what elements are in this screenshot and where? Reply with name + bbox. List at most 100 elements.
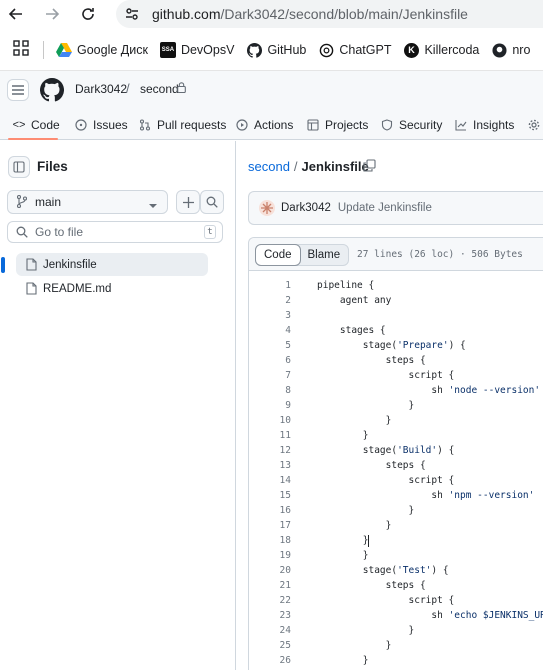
url-text: github.com/Dark3042/second/blob/main/Jen…	[152, 6, 468, 22]
bookmark-devopsv[interactable]: SSA DevOpsV	[159, 42, 234, 58]
search-files-button[interactable]	[200, 190, 224, 214]
line-number[interactable]: 16	[259, 503, 291, 518]
line-content: }	[317, 415, 392, 426]
copy-path-icon[interactable]	[363, 159, 376, 177]
branch-selector[interactable]: main	[7, 190, 168, 214]
code-line: 26 }	[249, 653, 543, 668]
line-number[interactable]: 3	[259, 308, 291, 323]
line-content: pipeline {	[317, 280, 375, 291]
code-line: 17 }	[249, 518, 543, 533]
bookmark-google-drive[interactable]: Google Диск	[56, 42, 148, 58]
tab-pull-requests[interactable]: Pull requests	[138, 118, 226, 132]
line-number[interactable]: 7	[259, 368, 291, 383]
tab-label: Pull requests	[157, 118, 227, 132]
tab-issues[interactable]: Issues	[74, 118, 128, 132]
branch-icon	[17, 195, 29, 209]
line-content: steps {	[317, 460, 426, 471]
line-content: }	[317, 550, 369, 561]
go-to-file-input[interactable]: Go to file t	[7, 221, 223, 243]
bookmarks-divider	[43, 41, 44, 59]
line-number[interactable]: 14	[259, 473, 291, 488]
line-number[interactable]: 1	[259, 278, 291, 293]
code-line: 21 steps {	[249, 578, 543, 593]
tab-security[interactable]: Security	[380, 118, 442, 132]
bookmark-label: nro	[512, 43, 531, 57]
line-number[interactable]: 12	[259, 443, 291, 458]
line-number[interactable]: 2	[259, 293, 291, 308]
code-line: 13 steps {	[249, 458, 543, 473]
address-bar[interactable]: github.com/Dark3042/second/blob/main/Jen…	[116, 0, 543, 28]
repo-owner-link[interactable]: Dark3042	[75, 82, 127, 96]
tab-projects[interactable]: Projects	[306, 118, 368, 132]
forward-button[interactable]	[42, 4, 62, 24]
bookmark-chatgpt[interactable]: ChatGPT	[318, 42, 391, 58]
line-number[interactable]: 17	[259, 518, 291, 533]
file-tree-label: Jenkinsfile	[43, 258, 97, 271]
line-number[interactable]: 21	[259, 578, 291, 593]
breadcrumb-separator: /	[293, 159, 298, 174]
avatar[interactable]	[259, 200, 275, 216]
bookmark-github[interactable]: GitHub	[246, 42, 306, 58]
tab-actions[interactable]: Actions	[235, 118, 293, 132]
line-number[interactable]: 15	[259, 488, 291, 503]
line-number[interactable]: 11	[259, 428, 291, 443]
tab-code[interactable]: <> Code	[12, 118, 60, 132]
code-line: 23 sh 'echo $JENKINS_URL'	[249, 608, 543, 623]
url-path: /Dark3042/second/blob/main/Jenkinsfile	[220, 6, 468, 22]
site-settings-icon[interactable]	[124, 6, 140, 27]
line-number[interactable]: 23	[259, 608, 291, 623]
bookmark-label: ChatGPT	[339, 43, 392, 57]
add-file-button[interactable]	[176, 190, 200, 214]
issue-icon	[74, 118, 88, 132]
bookmark-killercoda[interactable]: K Killercoda	[403, 42, 479, 58]
line-number[interactable]: 5	[259, 338, 291, 353]
collapse-sidebar-button[interactable]	[8, 156, 30, 178]
menu-button[interactable]	[7, 79, 29, 101]
tab-insights[interactable]: Insights	[454, 118, 514, 132]
code-line: 1 pipeline {	[249, 278, 543, 293]
bookmark-label: Killercoda	[424, 43, 480, 57]
blame-view-button[interactable]: Blame	[300, 245, 349, 265]
bookmark-nro[interactable]: nro	[491, 42, 530, 58]
line-number[interactable]: 19	[259, 548, 291, 563]
file-tree-item-readme[interactable]: README.md	[16, 277, 208, 300]
tab-settings[interactable]	[527, 118, 543, 132]
bookmark-label: Google Диск	[77, 43, 148, 57]
plus-icon	[182, 196, 194, 208]
line-number[interactable]: 18	[259, 533, 291, 548]
back-button[interactable]	[6, 4, 26, 24]
commit-message[interactable]: Update Jenkinsfile	[338, 202, 432, 214]
line-number[interactable]: 20	[259, 563, 291, 578]
line-number[interactable]: 25	[259, 638, 291, 653]
code-line: 18 }	[249, 533, 543, 548]
code-icon: <>	[12, 119, 26, 131]
line-number[interactable]: 10	[259, 413, 291, 428]
repo-name-link[interactable]: second	[140, 82, 179, 96]
text-cursor	[368, 534, 370, 547]
line-number[interactable]: 26	[259, 653, 291, 668]
code-view-button[interactable]: Code	[255, 244, 301, 266]
tab-label: Projects	[325, 118, 369, 132]
commit-author[interactable]: Dark3042	[281, 202, 331, 214]
reload-button[interactable]	[78, 4, 98, 24]
line-number[interactable]: 22	[259, 593, 291, 608]
line-number[interactable]: 8	[259, 383, 291, 398]
line-number[interactable]: 24	[259, 623, 291, 638]
line-number[interactable]: 9	[259, 398, 291, 413]
line-number[interactable]: 6	[259, 353, 291, 368]
line-content: steps {	[317, 580, 426, 591]
file-tree-item-jenkinsfile[interactable]: Jenkinsfile	[16, 253, 208, 276]
bookmark-label: GitHub	[267, 43, 307, 57]
line-content: }	[317, 640, 392, 651]
pull-request-icon	[138, 118, 152, 132]
breadcrumb-repo-link[interactable]: second	[248, 159, 290, 174]
apps-grid-icon[interactable]	[13, 39, 29, 61]
github-logo-icon[interactable]	[39, 78, 65, 102]
browser-toolbar: github.com/Dark3042/second/blob/main/Jen…	[0, 0, 543, 29]
code-listing[interactable]: 1 pipeline {2 agent any 3 4 stages {5 stage…	[249, 278, 543, 668]
line-content: sh 'echo $JENKINS_URL'	[317, 610, 543, 621]
tab-label: Code	[31, 118, 60, 132]
line-number[interactable]: 13	[259, 458, 291, 473]
line-number[interactable]: 4	[259, 323, 291, 338]
active-file-indicator	[1, 257, 5, 273]
